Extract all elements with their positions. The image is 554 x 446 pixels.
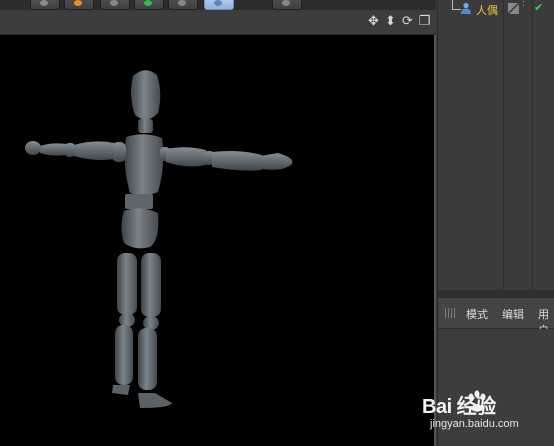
toolbar-button-4[interactable] xyxy=(134,0,164,10)
toolbar-button-5[interactable] xyxy=(168,0,198,10)
toolbar-button-2[interactable] xyxy=(64,0,94,10)
panel-divider[interactable] xyxy=(438,290,554,298)
mannequin-body xyxy=(25,70,293,408)
person-icon xyxy=(461,2,471,14)
paw-icon xyxy=(468,390,486,412)
baidu-watermark: Bai 经验 jingyan.baidu.com xyxy=(422,390,554,446)
right-knee xyxy=(143,316,159,330)
left-shoulder xyxy=(112,142,126,162)
zoom-icon[interactable]: ⬍ xyxy=(383,14,398,29)
column-divider xyxy=(503,0,504,290)
right-thigh xyxy=(141,253,161,317)
right-foot xyxy=(138,393,172,408)
toolbar-button-6[interactable] xyxy=(204,0,234,10)
toolbar-button-7[interactable] xyxy=(272,0,302,10)
mannequin-pelvis xyxy=(121,208,159,249)
main-toolbar xyxy=(0,0,436,10)
move-icon[interactable]: ✥ xyxy=(366,14,381,29)
mannequin-neck xyxy=(138,119,153,133)
attributes-header: 模式 编辑 用户 xyxy=(438,298,554,337)
left-foot xyxy=(112,385,130,395)
right-forearm xyxy=(212,151,262,171)
right-hand xyxy=(260,153,293,170)
grip-icon[interactable] xyxy=(445,308,457,318)
tool-glyph-icon xyxy=(74,0,82,6)
mannequin-chest xyxy=(124,134,164,196)
left-thigh xyxy=(117,253,137,315)
tab-mode[interactable]: 模式 xyxy=(466,306,488,322)
layer-tag-icon[interactable] xyxy=(508,3,519,14)
object-name[interactable]: 人偶 xyxy=(476,2,498,18)
tool-glyph-icon xyxy=(40,0,48,6)
right-shin xyxy=(138,328,157,390)
watermark-url: jingyan.baidu.com xyxy=(430,418,519,430)
left-forearm xyxy=(40,143,66,156)
left-knee xyxy=(119,313,135,327)
left-hand xyxy=(25,141,41,155)
mannequin-waist xyxy=(125,194,153,209)
tool-glyph-icon xyxy=(144,0,152,6)
maximize-icon[interactable]: ❐ xyxy=(417,14,432,29)
object-manager[interactable]: 人偶 ∶ ✔ xyxy=(438,0,554,290)
right-panel: 人偶 ∶ ✔ 模式 编辑 用户 xyxy=(437,0,554,446)
mannequin-head xyxy=(130,70,161,120)
object-row[interactable]: 人偶 ∶ ✔ xyxy=(438,0,554,18)
tool-glyph-icon xyxy=(178,0,186,6)
viewport-header: ✥ ⬍ ⟳ ❐ xyxy=(0,10,436,35)
mannequin-figure[interactable] xyxy=(0,35,434,446)
3d-viewport[interactable] xyxy=(0,35,436,446)
right-upper-arm xyxy=(166,147,206,167)
toolbar-button-3[interactable] xyxy=(100,0,130,10)
rotate-icon[interactable]: ⟳ xyxy=(400,14,415,29)
left-upper-arm xyxy=(74,141,114,160)
left-shin xyxy=(115,325,133,385)
column-divider xyxy=(532,0,533,290)
tool-glyph-icon xyxy=(110,0,118,6)
tab-edit[interactable]: 编辑 xyxy=(502,306,524,322)
toolbar-button-1[interactable] xyxy=(30,0,60,10)
tool-glyph-icon xyxy=(282,0,290,6)
viewport-nav-icons: ✥ ⬍ ⟳ ❐ xyxy=(366,14,432,29)
tool-glyph-icon xyxy=(214,0,222,6)
enabled-check-icon[interactable]: ✔ xyxy=(534,1,543,14)
visibility-dots-icon[interactable]: ∶ xyxy=(522,0,525,10)
